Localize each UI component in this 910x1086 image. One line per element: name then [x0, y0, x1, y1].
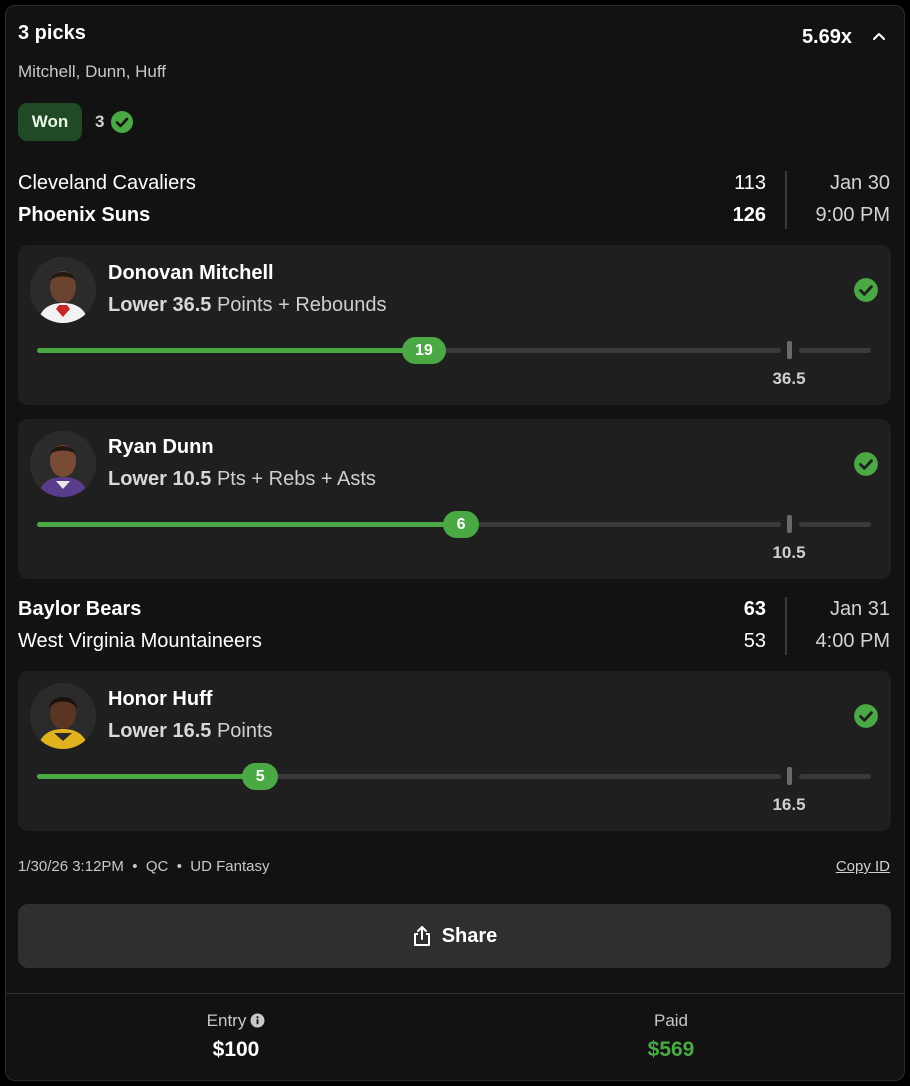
paid-label: Paid [653, 1011, 689, 1030]
game2-team1: Baylor Bears [18, 598, 142, 620]
pick-card[interactable]: Honor Huff Lower 16.5 Points 5 16.5 [18, 671, 891, 831]
entry-platform: UD Fantasy [190, 858, 270, 875]
line-value: 36.5 [772, 369, 806, 388]
line-marker [787, 515, 792, 533]
info-icon[interactable] [250, 1013, 265, 1028]
pick-line: Lower 36.5 Points + Rebounds [108, 294, 387, 317]
player-avatar [30, 683, 96, 749]
progress-fill [37, 774, 261, 779]
pick-direction: Lower 16.5 [108, 720, 212, 742]
pick-stat: Points [216, 720, 273, 742]
line-value: 16.5 [772, 795, 806, 814]
copy-id-link[interactable]: Copy ID [836, 858, 890, 875]
share-icon [413, 926, 430, 946]
pick-card[interactable]: Ryan Dunn Lower 10.5 Pts + Rebs + Asts 6… [18, 419, 891, 579]
pick-line: Lower 16.5 Points [108, 720, 273, 743]
player-name: Donovan Mitchell [108, 262, 274, 284]
game1-score1: 113 [734, 172, 766, 194]
meta-separator: • [128, 858, 146, 875]
progress-track [37, 522, 781, 527]
player-names: Mitchell, Dunn, Huff [18, 62, 167, 81]
share-button[interactable]: Share [18, 904, 891, 968]
game1-date: Jan 30 [829, 172, 890, 194]
progress-fill [37, 522, 462, 527]
payout-multiplier: 5.69x [801, 26, 852, 48]
game1-score2: 126 [732, 204, 766, 226]
pick-direction: Lower 10.5 [108, 468, 212, 490]
progress-track-remainder [799, 522, 871, 527]
entry-meta: 1/30/26 3:12PM • QC • UD Fantasy [18, 858, 270, 875]
entry-card: 3 picks 5.69x Mitchell, Dunn, Huff Won 3… [5, 5, 905, 1081]
player-avatar [30, 257, 96, 323]
actual-value-pill: 5 [242, 763, 279, 790]
check-circle-icon [854, 278, 878, 302]
game2-score1: 63 [743, 598, 766, 620]
pick-stat: Points + Rebounds [216, 294, 387, 316]
game2-time: 4:00 PM [815, 630, 890, 652]
entry-timestamp: 1/30/26 3:12PM [18, 858, 124, 875]
chevron-up-icon[interactable] [870, 28, 888, 46]
status-badge: Won [18, 103, 82, 141]
game2-score2: 53 [743, 630, 766, 652]
player-name: Ryan Dunn [108, 436, 214, 458]
actual-value-pill: 6 [443, 511, 480, 538]
entry-label: Entry [206, 1011, 247, 1030]
check-circle-icon [111, 111, 133, 133]
check-circle-icon [854, 452, 878, 476]
pick-card[interactable]: Donovan Mitchell Lower 36.5 Points + Reb… [18, 245, 891, 405]
line-marker [787, 341, 792, 359]
pick-line: Lower 10.5 Pts + Rebs + Asts [108, 468, 376, 491]
paid-value: $569 [647, 1038, 695, 1061]
line-marker [787, 767, 792, 785]
player-name: Honor Huff [108, 688, 213, 710]
footer-divider [6, 993, 904, 994]
progress-track-remainder [799, 774, 871, 779]
picks-title: 3 picks [18, 22, 86, 44]
entry-value: $100 [212, 1038, 260, 1061]
share-label: Share [441, 924, 498, 947]
meta-separator: • [172, 858, 191, 875]
pick-direction: Lower 36.5 [108, 294, 212, 316]
progress-fill [37, 348, 424, 353]
actual-value-pill: 19 [401, 337, 446, 364]
player-avatar [30, 431, 96, 497]
progress-track [37, 774, 781, 779]
progress-track-remainder [799, 348, 871, 353]
game1-team2: Phoenix Suns [18, 204, 151, 226]
game1-time: 9:00 PM [815, 204, 890, 226]
pick-stat: Pts + Rebs + Asts [216, 468, 376, 490]
entry-label-row: Entry [136, 1011, 336, 1031]
line-value: 10.5 [772, 543, 806, 562]
check-circle-icon [854, 704, 878, 728]
game1-team1: Cleveland Cavaliers [18, 172, 196, 194]
entry-region: QC [145, 858, 169, 875]
won-count: 3 [95, 112, 105, 131]
game2-team2: West Virginia Mountaineers [18, 630, 262, 652]
game2-date: Jan 31 [829, 598, 890, 620]
